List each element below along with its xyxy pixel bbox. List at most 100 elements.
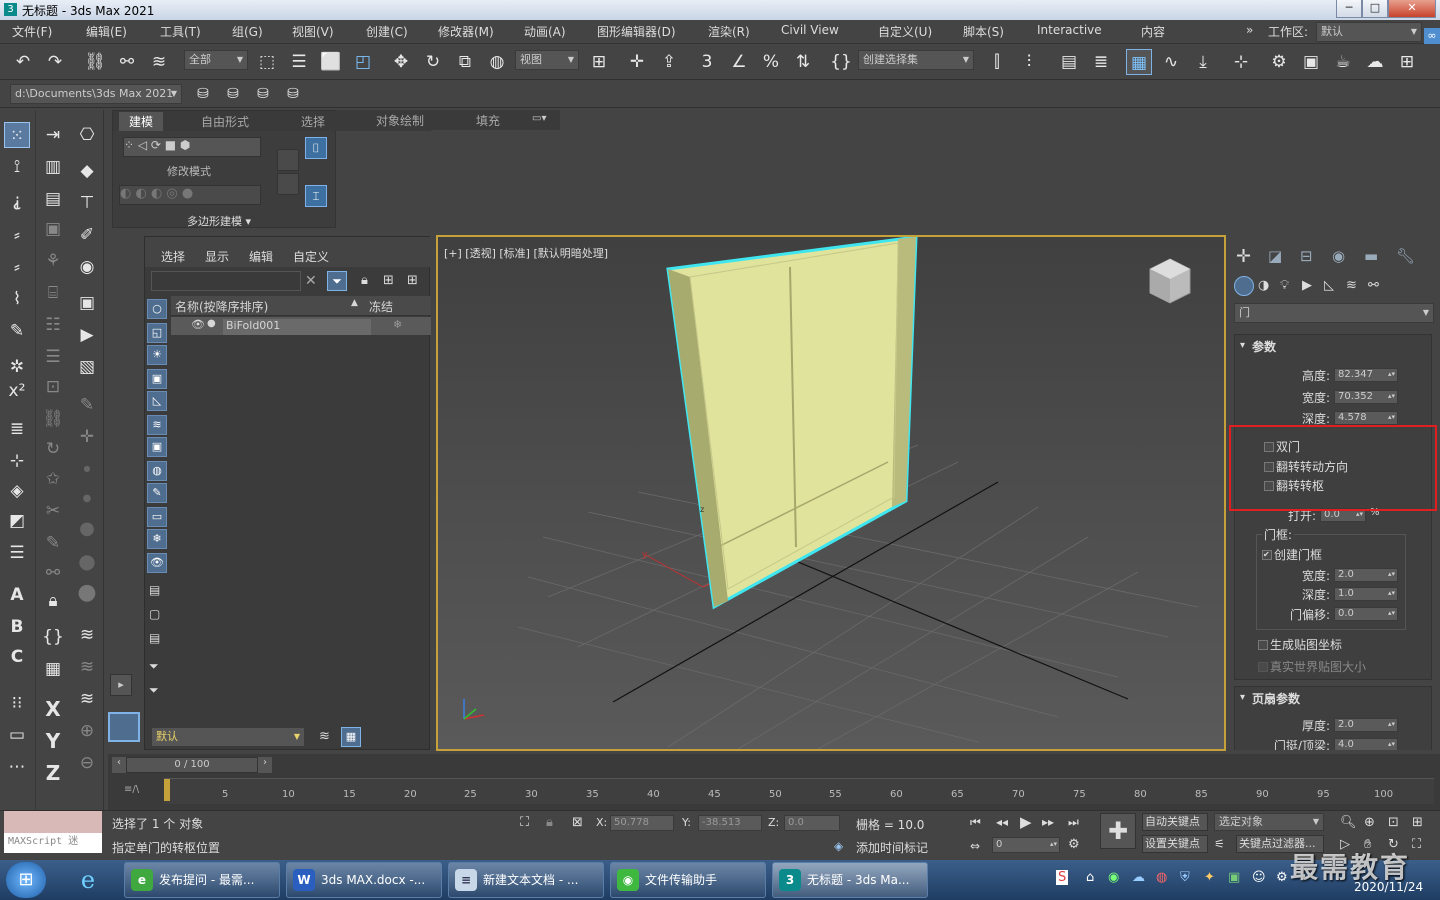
film-icon[interactable]: ▦ bbox=[40, 656, 66, 682]
set-key-button[interactable]: ✚ bbox=[1100, 813, 1136, 849]
display-bones-icon[interactable]: ✎ bbox=[147, 483, 167, 503]
menu-graph-editors[interactable]: 图形编辑器(D) bbox=[597, 23, 676, 40]
lock-icon[interactable]: 🔒︎ bbox=[40, 588, 66, 614]
ie-browser-icon[interactable]: e bbox=[70, 864, 106, 896]
x-coord-field[interactable]: 50.778 bbox=[610, 815, 674, 831]
clear-search-icon[interactable]: ✕ bbox=[305, 273, 317, 289]
taskbar-app-browser[interactable]: e 发布提问 - 最需... bbox=[124, 862, 280, 898]
menu-rendering[interactable]: 渲染(R) bbox=[708, 23, 750, 40]
stile-spinner[interactable]: 4.0 ▴▾ bbox=[1334, 738, 1398, 750]
tape-icon[interactable]: ⸗ bbox=[4, 254, 30, 280]
layer-stack-icon[interactable]: ≋ bbox=[319, 729, 330, 744]
time-config-icon[interactable]: ⚙ bbox=[1068, 837, 1080, 852]
bind-space-warp-icon[interactable]: ≋ bbox=[146, 49, 172, 75]
goto-start-icon[interactable]: ⏮ bbox=[970, 815, 981, 830]
gallery-icon[interactable]: ▣ bbox=[74, 290, 100, 316]
subobject-toolbar[interactable]: ⁘ ◁ ⟳ ■ ⬢ bbox=[123, 137, 261, 157]
utilities-tab-icon[interactable]: 🔧︎ bbox=[1396, 247, 1415, 265]
prev-key-icon[interactable]: ◂◂ bbox=[996, 815, 1008, 829]
layers-icon[interactable]: ◈ bbox=[4, 478, 30, 504]
track-bar[interactable]: 5 10 15 20 25 30 35 40 45 50 55 60 65 70… bbox=[164, 778, 1434, 804]
clock-date[interactable]: 2020/11/24 bbox=[1354, 880, 1423, 894]
start-button[interactable]: ⊞ bbox=[6, 862, 46, 898]
xform-icon[interactable]: x² bbox=[4, 378, 30, 404]
ruler-icon[interactable]: ▭ bbox=[4, 722, 30, 748]
scale-icon[interactable]: ⧉ bbox=[452, 49, 478, 75]
perspective-viewport[interactable]: y x z [+] [透视] [标准] [默认明暗处理] bbox=[436, 235, 1226, 751]
window-crossing-icon[interactable]: ◰ bbox=[350, 49, 376, 75]
mirror-icon[interactable]: ⫿ bbox=[984, 49, 1010, 75]
axis-z-icon[interactable]: Z bbox=[40, 760, 66, 786]
menu-create[interactable]: 创建(C) bbox=[366, 23, 408, 40]
taskbar-app-wechat[interactable]: ◉ 文件传输助手 bbox=[610, 862, 766, 898]
hierarchy-icon[interactable]: ⊤ bbox=[74, 190, 100, 216]
schematic-view-icon[interactable]: ⤓ bbox=[1190, 49, 1216, 75]
select-mode-icon[interactable]: ⁙ bbox=[4, 122, 30, 148]
display-tab-icon[interactable]: ▬ bbox=[1364, 247, 1378, 265]
rollout-leaf-title[interactable]: 页扇参数 bbox=[1252, 690, 1300, 707]
absolute-mode-icon[interactable]: ⊠ bbox=[572, 815, 583, 830]
add-icon[interactable]: ⊹ bbox=[4, 448, 30, 474]
taskbar-app-notepad[interactable]: ≡ 新建文本文档 - ... bbox=[448, 862, 604, 898]
brush-icon[interactable]: ✎ bbox=[4, 318, 30, 344]
object-name[interactable]: BiFold001 bbox=[223, 319, 371, 335]
display-spacewarps-icon[interactable]: ≋ bbox=[147, 415, 167, 435]
workspace-dropdown[interactable]: 默认 ▼ bbox=[1316, 22, 1422, 42]
menu-scripting[interactable]: 脚本(S) bbox=[963, 23, 1004, 40]
close-button[interactable]: ✕ bbox=[1388, 0, 1436, 18]
thickness-spinner[interactable]: 2.0 ▴▾ bbox=[1334, 718, 1398, 732]
ribbon-tab-populate[interactable]: 填充 bbox=[476, 112, 500, 129]
spacewarps-category-icon[interactable]: ≋ bbox=[1346, 278, 1357, 293]
redo-icon[interactable]: ↷ bbox=[42, 49, 68, 75]
maxscript-listener[interactable] bbox=[4, 811, 102, 833]
object-category-dropdown[interactable]: 门 ▼ bbox=[1234, 303, 1434, 323]
render-grid-icon[interactable]: ⊞ bbox=[1394, 49, 1420, 75]
menu-civil-view[interactable]: Civil View bbox=[781, 23, 839, 37]
hierarchy-tab-icon[interactable]: ⊟ bbox=[1300, 247, 1313, 265]
list-icon[interactable]: ≣ bbox=[4, 416, 30, 442]
polygon-modeling-dropdown[interactable]: 多边形建模 ▾ bbox=[187, 213, 251, 229]
menu-tools[interactable]: 工具(T) bbox=[160, 23, 201, 40]
axis-x-icon[interactable]: X bbox=[40, 696, 66, 722]
add-time-tag[interactable]: 添加时间标记 bbox=[856, 839, 928, 856]
collapse-arrow-icon[interactable]: ▾ bbox=[1240, 340, 1245, 351]
render-dot-icon[interactable]: ● bbox=[207, 318, 216, 329]
percent-snap-icon[interactable]: % bbox=[758, 49, 784, 75]
width-spinner[interactable]: 70.352 ▴▾ bbox=[1334, 390, 1398, 404]
display-hidden-icon[interactable]: 👁︎ bbox=[147, 553, 167, 573]
selection-filter-dropdown[interactable]: 全部 ▼ bbox=[184, 50, 248, 70]
sphere-select-icon[interactable]: ◉ bbox=[74, 254, 100, 280]
key-target-dropdown[interactable]: 选定对象 ▼ bbox=[1214, 813, 1324, 831]
path-icon[interactable]: ⌇ bbox=[4, 286, 30, 312]
gen-mapping-label[interactable]: 生成贴图坐标 bbox=[1270, 636, 1342, 653]
tray-weibo-icon[interactable]: ◍ bbox=[1156, 870, 1167, 885]
ribbon-options-icon[interactable]: ▭▾ bbox=[532, 113, 546, 124]
edit-named-selection-icon[interactable]: {} bbox=[828, 49, 854, 75]
grid-icon[interactable]: ⁝⁝ bbox=[4, 690, 30, 716]
paint-select-icon[interactable]: ⸘ bbox=[4, 188, 30, 214]
taskbar-app-word[interactable]: W 3ds MAX.docx -... bbox=[286, 862, 442, 898]
material-editor-icon[interactable]: ⊹ bbox=[1228, 49, 1254, 75]
box-icon[interactable]: ▤ bbox=[40, 186, 66, 212]
viewport-layout-button[interactable] bbox=[108, 712, 140, 742]
tray-app-icon[interactable]: ✦ bbox=[1204, 870, 1215, 885]
rendered-frame-icon[interactable]: ▣ bbox=[1298, 49, 1324, 75]
layers-stack-icon[interactable]: ≋ bbox=[74, 686, 100, 712]
rotate-icon[interactable]: ↻ bbox=[420, 49, 446, 75]
unlink-icon[interactable]: ⚯ bbox=[114, 49, 140, 75]
zoom-icon[interactable]: 🔍︎ bbox=[1340, 815, 1357, 830]
scene-menu-customize[interactable]: 自定义 bbox=[293, 248, 329, 265]
prev-frame-icon[interactable]: ‹ bbox=[112, 757, 126, 773]
scene-menu-select[interactable]: 选择 bbox=[161, 248, 185, 265]
move-icon[interactable]: ✥ bbox=[388, 49, 414, 75]
ribbon-tab-object-paint[interactable]: 对象绘制 bbox=[376, 112, 424, 129]
tray-nvidia-icon[interactable]: ▣ bbox=[1228, 870, 1240, 885]
ribbon-highlight-icon[interactable]: ⌷ bbox=[305, 137, 327, 159]
render-production-icon[interactable]: ☕ bbox=[1330, 49, 1356, 75]
text-c-icon[interactable]: C bbox=[4, 644, 30, 670]
select-manipulate-icon[interactable]: ✛ bbox=[624, 49, 650, 75]
ribbon-tab-selection[interactable]: 选择 bbox=[301, 113, 325, 130]
set-project-icon[interactable]: ⛁ bbox=[280, 81, 306, 107]
tray-wechat-icon[interactable]: ◉ bbox=[1108, 870, 1119, 885]
toggle-layer-explorer-icon[interactable]: ≣ bbox=[1088, 49, 1114, 75]
